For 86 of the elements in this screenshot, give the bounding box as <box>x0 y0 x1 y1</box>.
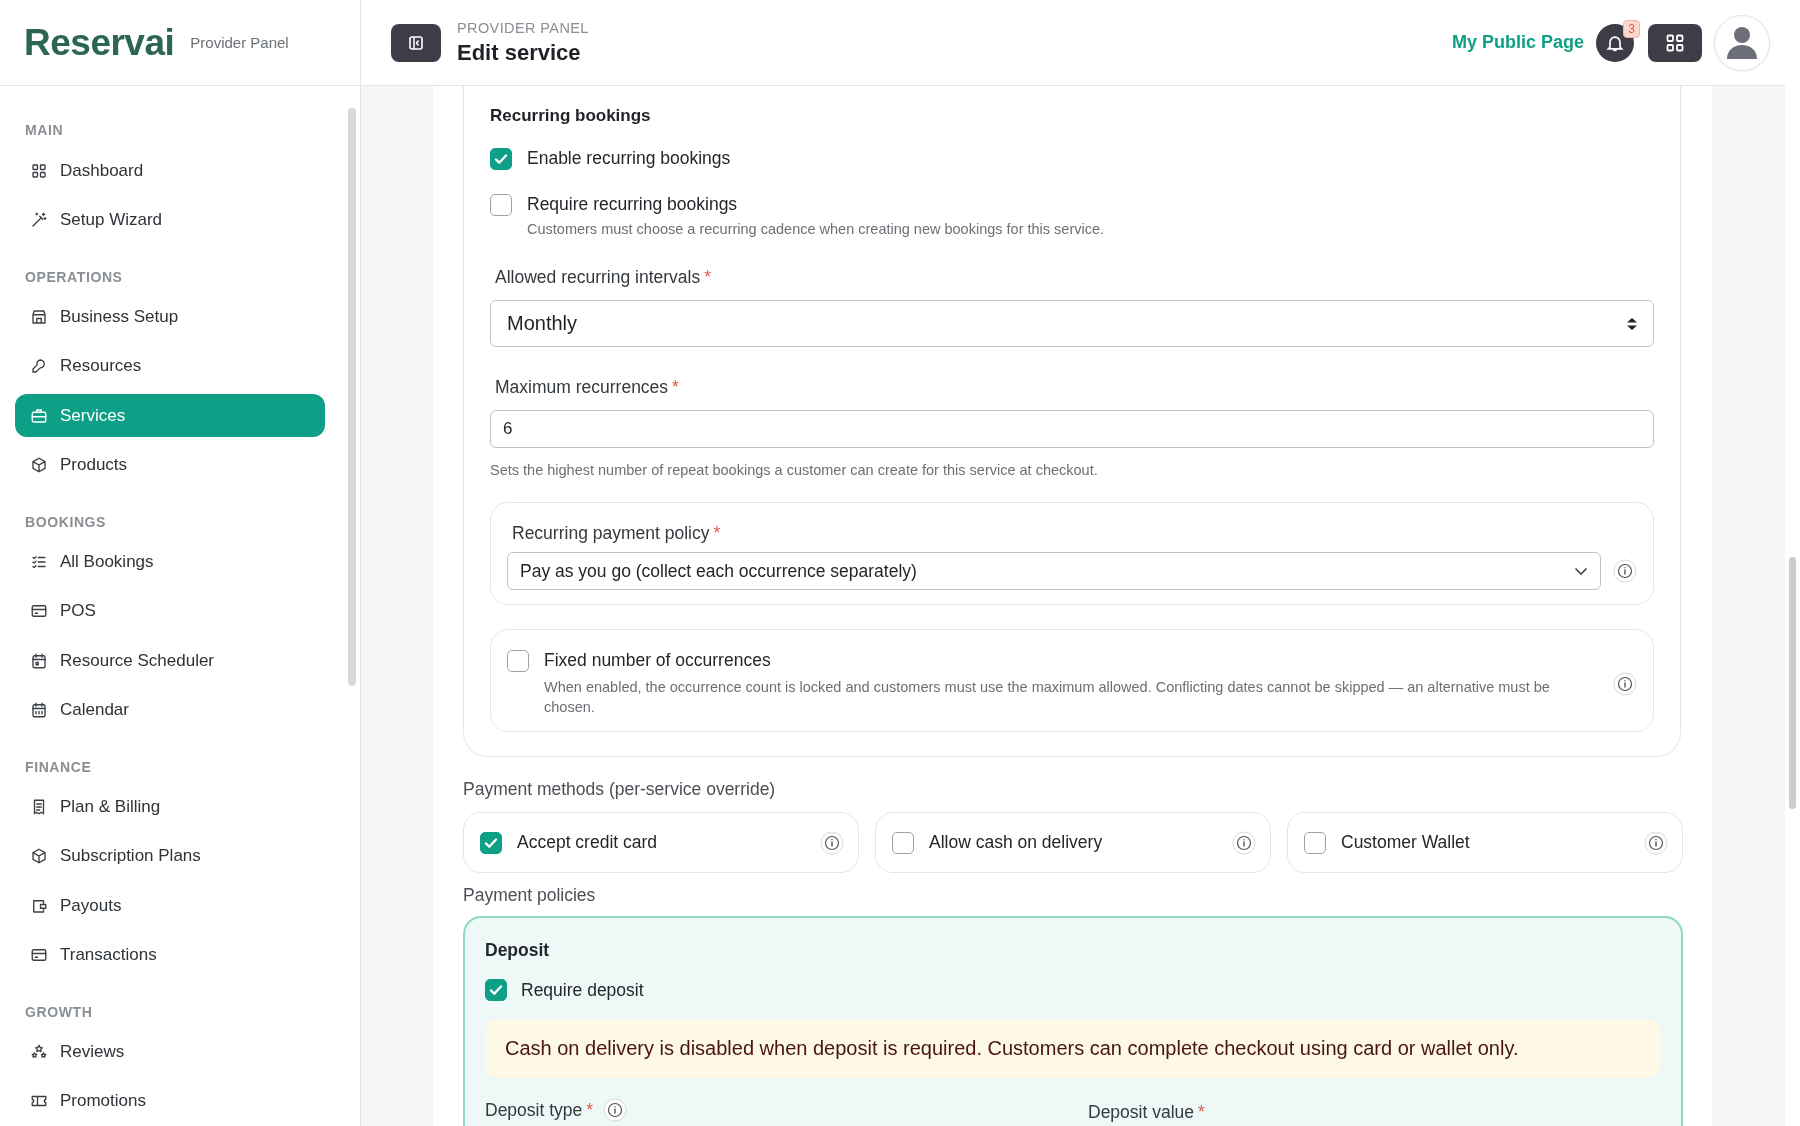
scrollbar[interactable] <box>348 108 356 686</box>
warning-notice: Cash on delivery is disabled when deposit is required. Customers can complete checkout using card or wallet only. <box>485 1019 1661 1078</box>
checkbox-label: Require deposit <box>521 979 644 1001</box>
field-label: Recurring payment policy * <box>512 523 721 544</box>
field-label: Deposit value * <box>1088 1102 1205 1123</box>
sidebar-item[interactable]: Reviews <box>15 1030 325 1074</box>
brand-subtitle: Provider Panel <box>190 34 289 51</box>
sidebar-item[interactable]: Plan & Billing <box>15 785 325 829</box>
sidebar-item[interactable]: Subscription Plans <box>15 834 325 878</box>
sidebar-item[interactable]: Transactions <box>15 933 325 977</box>
sidebar-item[interactable]: POS <box>15 589 325 633</box>
box-icon <box>30 455 48 474</box>
section-label: FINANCE <box>24 757 92 777</box>
field-label: Maximum recurrences * <box>495 377 679 398</box>
sidebar-item[interactable]: Dashboard <box>15 149 325 193</box>
section-label: Payment methods (per-service override) <box>463 779 776 800</box>
checkbox-label: Customer Wallet <box>1341 832 1471 853</box>
sidebar-toggle-button[interactable] <box>391 23 441 62</box>
field-label: Deposit type * <box>485 1099 594 1121</box>
field-label: Allowed recurring intervals * <box>495 267 712 288</box>
checkbox-label: Allow cash on delivery <box>929 832 1104 853</box>
notifications-button[interactable] <box>1596 23 1634 62</box>
calendar-icon <box>30 700 48 719</box>
grid-icon <box>30 161 48 180</box>
info-icon[interactable] <box>1613 671 1637 696</box>
hint-text: Sets the highest number of repeat bookings a customer can create for this service at checkout. <box>490 462 1098 478</box>
box-icon <box>30 847 48 866</box>
payment-method-card[interactable]: Customer Wallet <box>1287 812 1683 873</box>
section-label: GROWTH <box>24 1002 93 1022</box>
checkbox[interactable] <box>480 831 502 854</box>
wrench-icon <box>30 357 48 376</box>
panel-icon <box>409 35 423 50</box>
checkbox[interactable] <box>1304 831 1326 854</box>
section-label: BOOKINGS <box>24 512 107 532</box>
info-icon[interactable] <box>603 1098 628 1122</box>
chevron-down-icon <box>1574 566 1588 576</box>
briefcase-icon <box>30 406 48 425</box>
sidebar-item[interactable]: Resource Scheduler <box>15 639 325 683</box>
checkbox[interactable] <box>892 831 914 854</box>
info-icon[interactable] <box>820 830 844 855</box>
checkbox-label: Enable recurring bookings <box>527 148 731 169</box>
brand-logo: Reservai <box>24 21 175 64</box>
payment-method-card[interactable]: Allow cash on delivery <box>875 812 1271 873</box>
checkbox-label: Require recurring bookings <box>527 194 739 215</box>
sidebar-item[interactable]: Business Setup <box>15 295 325 339</box>
wand-icon <box>30 210 48 229</box>
sidebar-item[interactable]: Promotions <box>15 1079 325 1123</box>
checkbox-label: Fixed number of occurrences <box>544 650 772 671</box>
checkbox-label: Accept credit card <box>517 832 659 853</box>
user-avatar[interactable] <box>1714 14 1770 71</box>
sort-icon <box>1625 315 1639 332</box>
sidebar-item[interactable]: Setup Wizard <box>15 198 325 242</box>
section-label: OPERATIONS <box>24 267 123 287</box>
apps-button[interactable] <box>1648 23 1702 62</box>
calendar-icon <box>30 651 48 670</box>
checkbox[interactable] <box>490 194 512 216</box>
sidebar-item[interactable]: Resources <box>15 344 325 388</box>
grid-icon <box>1666 33 1684 52</box>
sidebar-item[interactable]: Payouts <box>15 884 325 928</box>
section-label: MAIN <box>24 121 64 140</box>
section-heading: Recurring bookings <box>490 106 651 126</box>
interval-select[interactable]: Monthly <box>490 300 1654 347</box>
page-title: Edit service <box>457 39 581 66</box>
checkbox[interactable] <box>490 148 512 170</box>
checkbox[interactable] <box>485 979 507 1001</box>
section-heading: Deposit <box>485 940 550 961</box>
input-field[interactable]: 6 <box>490 410 1654 448</box>
checkbox[interactable] <box>507 650 529 672</box>
hint-text: Customers must choose a recurring cadence when creating new bookings for this service. <box>527 221 1105 237</box>
breadcrumb: PROVIDER PANEL <box>457 19 589 36</box>
info-icon[interactable] <box>1232 830 1256 855</box>
store-icon <box>30 308 48 327</box>
hint-text: When enabled, the occurrence count is locked and customers must use the maximum allowed. Conflicting dates cannot be skipped — an alternative must be chosen. <box>544 678 1551 717</box>
policy-select[interactable]: Pay as you go (collect each occurrence separately) <box>507 552 1601 590</box>
checkmark-icon <box>493 151 509 167</box>
sidebar-item[interactable]: Products <box>15 443 325 487</box>
checkmark-icon <box>488 982 504 998</box>
section-label: Payment policies <box>463 885 596 906</box>
sidebar-item[interactable]: All Bookings <box>15 540 325 584</box>
notification-badge: 3 <box>1623 19 1640 38</box>
info-icon[interactable] <box>1613 559 1637 583</box>
scrollbar[interactable] <box>1789 557 1796 809</box>
user-icon <box>1725 24 1759 61</box>
info-icon[interactable] <box>1644 830 1668 855</box>
sidebar-item[interactable]: Calendar <box>15 688 325 732</box>
payment-method-card[interactable]: Accept credit card <box>463 812 859 873</box>
